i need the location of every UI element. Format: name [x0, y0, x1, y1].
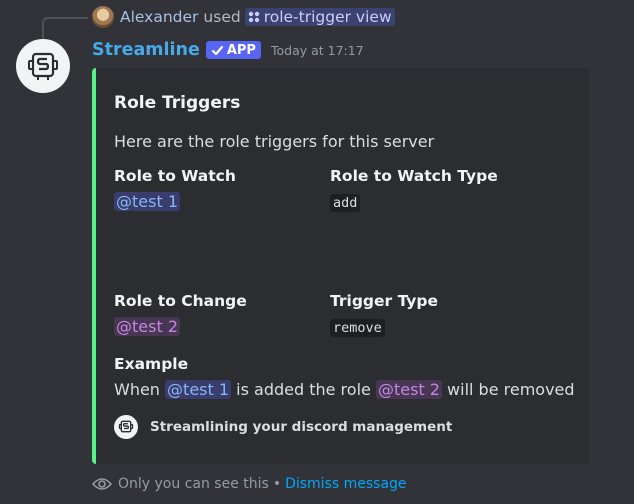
field-role-to-watch: Role to Watch @test 1 [114, 166, 236, 212]
command-icon [248, 11, 259, 23]
ephemeral-text: Only you can see this [118, 476, 269, 492]
field-name: Example [114, 355, 189, 373]
bot-avatar-icon [28, 52, 58, 80]
footer-text: Streamlining your discord management [150, 419, 453, 435]
field-example: Example When @test 1 is added the role @… [114, 354, 575, 400]
bot-avatar[interactable] [16, 39, 70, 93]
eye-icon [92, 478, 112, 490]
example-part: When [114, 380, 160, 399]
check-icon [211, 45, 223, 55]
field-name: Role to Watch Type [330, 167, 498, 185]
timestamp: Today at 17:17 [270, 42, 364, 58]
role-mention[interactable]: @test 1 [114, 192, 180, 211]
field-name: Trigger Type [330, 292, 439, 310]
reply-user-avatar[interactable] [92, 6, 114, 28]
reply-context: Alexander used role-trigger view [92, 6, 395, 28]
bot-name[interactable]: Streamline [92, 40, 200, 60]
embed-description: Here are the role triggers for this serv… [114, 132, 435, 151]
code-value: add [330, 194, 361, 212]
reply-connector [42, 17, 88, 39]
field-name: Role to Change [114, 292, 247, 310]
reply-username[interactable]: Alexander [120, 8, 198, 26]
separator: • [272, 476, 282, 492]
app-badge-label: APP [226, 42, 256, 58]
ephemeral-notice: Only you can see this • Dismiss message [92, 476, 407, 492]
role-mention[interactable]: @test 2 [114, 317, 180, 336]
footer-bot-icon [114, 415, 138, 439]
code-value: remove [330, 319, 385, 337]
embed: Role Triggers Here are the role triggers… [92, 68, 590, 464]
field-role-to-watch-type: Role to Watch Type add [330, 166, 498, 213]
field-role-to-change: Role to Change @test 2 [114, 291, 247, 337]
command-name: role-trigger view [263, 8, 392, 26]
role-mention[interactable]: @test 2 [375, 380, 442, 399]
field-name: Role to Watch [114, 167, 236, 185]
example-text: When @test 1 is added the role @test 2 w… [114, 380, 575, 400]
example-part: will be removed [447, 380, 575, 399]
message-header: Streamline APP Today at 17:17 [92, 38, 364, 62]
reply-used-text: used [203, 8, 241, 26]
embed-title: Role Triggers [114, 93, 241, 113]
dismiss-message-link[interactable]: Dismiss message [285, 476, 406, 492]
field-trigger-type: Trigger Type remove [330, 291, 438, 338]
command-pill[interactable]: role-trigger view [244, 8, 395, 26]
role-mention[interactable]: @test 1 [165, 380, 232, 399]
app-badge: APP [205, 41, 261, 59]
embed-footer: Streamlining your discord management [114, 415, 452, 439]
example-part: is added the role [236, 380, 371, 399]
